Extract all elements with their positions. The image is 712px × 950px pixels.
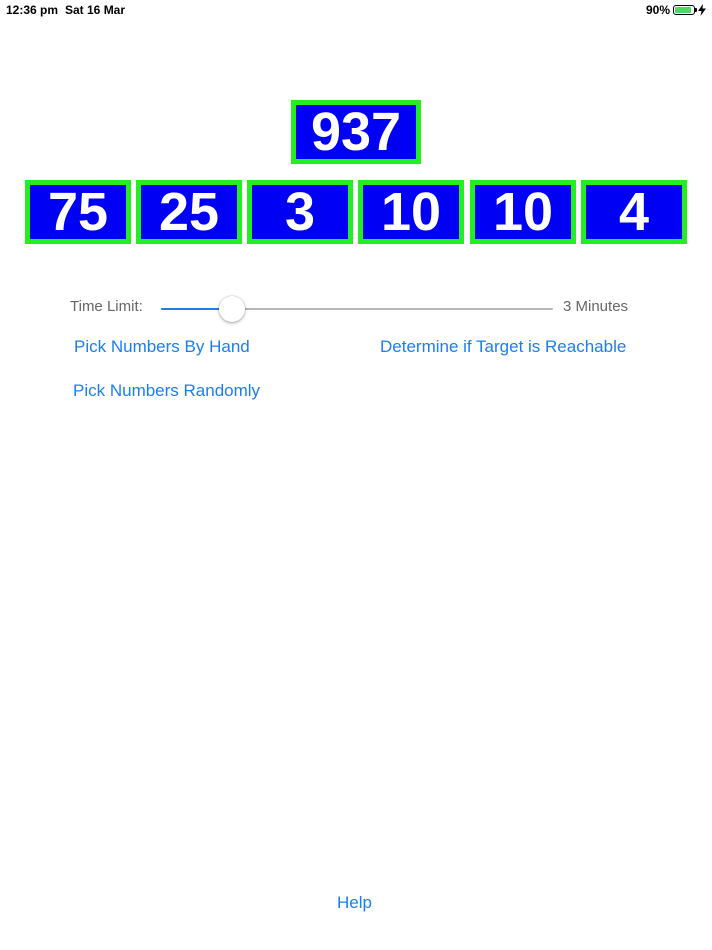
- number-tile[interactable]: 10: [358, 180, 464, 244]
- target-number: 937: [310, 102, 402, 162]
- time-limit-value: 3 Minutes: [563, 298, 629, 315]
- number-tile[interactable]: 10: [470, 180, 576, 244]
- number-tile[interactable]: 75: [25, 180, 131, 244]
- number-tile-value: 4: [618, 182, 650, 242]
- number-tile-value: 3: [284, 182, 316, 242]
- number-tile-value: 75: [47, 182, 109, 242]
- charging-bolt-icon: [698, 4, 706, 16]
- battery-status: 90%: [646, 0, 706, 20]
- number-tile[interactable]: 3: [247, 180, 353, 244]
- target-number-tile[interactable]: 937: [291, 100, 421, 164]
- determine-reachable-button[interactable]: Determine if Target is Reachable: [380, 337, 626, 357]
- status-time: 12:36 pm: [6, 3, 59, 17]
- pick-numbers-randomly-button[interactable]: Pick Numbers Randomly: [73, 381, 260, 401]
- status-bar: 12:36 pm Sat 16 Mar 90%: [0, 0, 712, 20]
- battery-percentage: 90%: [645, 3, 670, 17]
- help-button[interactable]: Help: [337, 893, 372, 913]
- battery-icon: [673, 5, 697, 15]
- time-limit-slider[interactable]: [161, 296, 553, 322]
- number-tile-value: 10: [380, 182, 442, 242]
- status-date: Sat 16 Mar: [65, 3, 126, 17]
- slider-thumb[interactable]: [218, 296, 245, 322]
- battery-level-fill: [675, 7, 692, 13]
- time-limit-label: Time Limit:: [70, 298, 143, 315]
- number-tile-value: 10: [492, 182, 554, 242]
- number-tile-value: 25: [158, 182, 220, 242]
- pick-numbers-by-hand-button[interactable]: Pick Numbers By Hand: [74, 337, 250, 357]
- number-tile[interactable]: 4: [581, 180, 687, 244]
- number-tile[interactable]: 25: [136, 180, 242, 244]
